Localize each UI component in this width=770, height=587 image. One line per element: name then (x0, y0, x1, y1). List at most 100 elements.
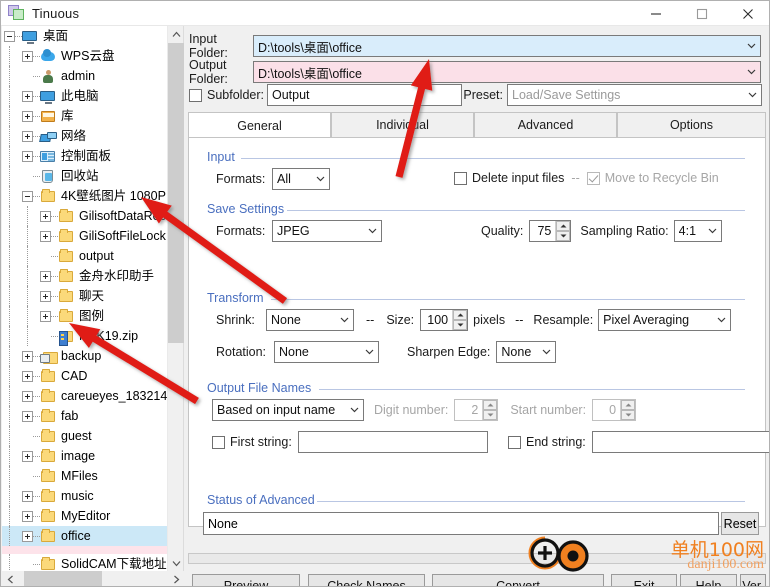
tree-item-20[interactable]: guest (2, 426, 168, 446)
chevron-down-icon[interactable] (336, 310, 353, 330)
chevron-down-icon[interactable] (361, 342, 378, 362)
chevron-down-icon[interactable] (743, 62, 760, 82)
tree-item-15[interactable]: HSK19.zip (2, 326, 168, 346)
start-number-spinner[interactable]: 0 (592, 399, 637, 421)
tree-item-4[interactable]: 库 (2, 106, 168, 126)
tree-item-7[interactable]: 回收站 (2, 166, 168, 186)
scroll-up-icon[interactable] (168, 26, 184, 43)
expand-icon[interactable] (22, 350, 33, 362)
tab-options[interactable]: Options (617, 112, 766, 138)
naming-mode-combo[interactable]: Based on input name (212, 399, 364, 421)
folder-tree[interactable]: 桌面 WPS云盘 admin 此电脑库网络 控制面板 回收站 4K壁纸图片 1080P Gil… (2, 26, 168, 572)
version-button[interactable]: Ver. (740, 574, 766, 586)
chevron-down-icon[interactable] (346, 400, 363, 420)
tree-item-24[interactable]: MyEditor (2, 506, 168, 526)
digit-spin-buttons[interactable] (482, 400, 498, 420)
tree-item-17[interactable]: CAD (2, 366, 168, 386)
status-advanced-input[interactable]: None (203, 512, 719, 535)
scroll-left-icon[interactable] (2, 571, 18, 586)
quality-spinner[interactable]: 75 (529, 220, 572, 242)
spin-up-icon[interactable] (453, 310, 468, 320)
expand-icon[interactable] (40, 210, 51, 222)
expand-icon[interactable] (22, 370, 33, 382)
chevron-down-icon[interactable] (364, 221, 381, 241)
tree-item-18[interactable]: careueyes_183214 (2, 386, 168, 406)
tree-vscroll-thumb[interactable] (168, 43, 184, 343)
tree-item-16[interactable]: backup (2, 346, 168, 366)
collapse-icon[interactable] (4, 30, 15, 42)
sharpen-edge-combo[interactable]: None (496, 341, 557, 363)
tree-item-6[interactable]: 控制面板 (2, 146, 168, 166)
tree-horizontal-scrollbar[interactable] (2, 571, 184, 586)
rotation-combo[interactable]: None (274, 341, 379, 363)
tab-advanced[interactable]: Advanced (474, 112, 617, 138)
maximize-icon[interactable] (679, 1, 725, 26)
help-button[interactable]: Help (680, 574, 737, 586)
tree-item-2[interactable]: admin (2, 66, 168, 86)
expand-icon[interactable] (40, 310, 51, 322)
expand-icon[interactable] (22, 130, 33, 142)
expand-icon[interactable] (40, 290, 51, 302)
chevron-down-icon[interactable] (713, 310, 730, 330)
preview-button[interactable]: Preview (192, 574, 300, 586)
scroll-down-icon[interactable] (168, 555, 184, 572)
tab-individual[interactable]: Individual (331, 112, 474, 138)
spin-down-icon[interactable] (453, 320, 468, 330)
tree-vertical-scrollbar[interactable] (167, 26, 184, 572)
tree-item-0[interactable]: 桌面 (2, 26, 168, 46)
tree-item-26[interactable]: SolidCAM下载地址 (2, 554, 168, 572)
exit-button[interactable]: Exit (611, 574, 677, 586)
collapse-icon[interactable] (22, 190, 33, 202)
tree-item-23[interactable]: music (2, 486, 168, 506)
expand-icon[interactable] (22, 410, 33, 422)
spin-up-icon[interactable] (483, 400, 498, 410)
subfolder-checkbox[interactable] (189, 88, 202, 102)
tree-item-22[interactable]: MFiles (2, 466, 168, 486)
tree-item-21[interactable]: image (2, 446, 168, 466)
chevron-down-icon[interactable] (704, 221, 721, 241)
tree-item-13[interactable]: 聊天 (2, 286, 168, 306)
output-folder-combo[interactable]: D:\tools\桌面\office (253, 61, 761, 83)
expand-icon[interactable] (40, 270, 51, 282)
subfolder-input[interactable]: Output (267, 84, 462, 106)
quality-spin-buttons[interactable] (555, 221, 571, 241)
reset-button[interactable]: Reset (721, 512, 759, 535)
save-formats-combo[interactable]: JPEG (272, 220, 382, 242)
size-spin-buttons[interactable] (452, 310, 468, 330)
expand-icon[interactable] (40, 230, 51, 242)
expand-icon[interactable] (22, 510, 33, 522)
chevron-down-icon[interactable] (744, 85, 761, 105)
expand-icon[interactable] (22, 150, 33, 162)
resample-combo[interactable]: Pixel Averaging (598, 309, 732, 331)
expand-icon[interactable] (22, 90, 33, 102)
spin-up-icon[interactable] (556, 221, 571, 231)
tree-item-3[interactable]: 此电脑 (2, 86, 168, 106)
scroll-right-icon[interactable] (168, 571, 184, 586)
expand-icon[interactable] (22, 390, 33, 402)
spin-up-icon[interactable] (621, 400, 636, 410)
expand-icon[interactable] (22, 450, 33, 462)
chevron-down-icon[interactable] (312, 169, 329, 189)
tree-hscroll-thumb[interactable] (24, 571, 102, 586)
preset-combo[interactable]: Load/Save Settings (507, 84, 762, 106)
tab-general[interactable]: General (188, 112, 331, 139)
input-formats-combo[interactable]: All (272, 168, 330, 190)
chevron-down-icon[interactable] (743, 36, 760, 56)
tree-item-19[interactable]: fab (2, 406, 168, 426)
expand-icon[interactable] (22, 530, 33, 542)
shrink-combo[interactable]: None (266, 309, 354, 331)
tree-item-25[interactable]: office (2, 526, 168, 546)
sampling-ratio-combo[interactable]: 4:1 (673, 220, 722, 242)
convert-button[interactable]: Convert (432, 574, 604, 586)
tree-item-10[interactable]: GiliSoftFileLock (2, 226, 168, 246)
spin-down-icon[interactable] (483, 410, 498, 420)
expand-icon[interactable] (22, 50, 33, 62)
close-icon[interactable] (725, 1, 769, 26)
spin-down-icon[interactable] (621, 410, 636, 420)
size-spinner[interactable]: 100 (420, 309, 469, 331)
check-names-button[interactable]: Check Names (308, 574, 425, 586)
first-string-checkbox[interactable] (212, 435, 225, 449)
end-string-input[interactable] (592, 431, 769, 453)
spin-down-icon[interactable] (556, 231, 571, 241)
input-folder-combo[interactable]: D:\tools\桌面\office (253, 35, 761, 57)
